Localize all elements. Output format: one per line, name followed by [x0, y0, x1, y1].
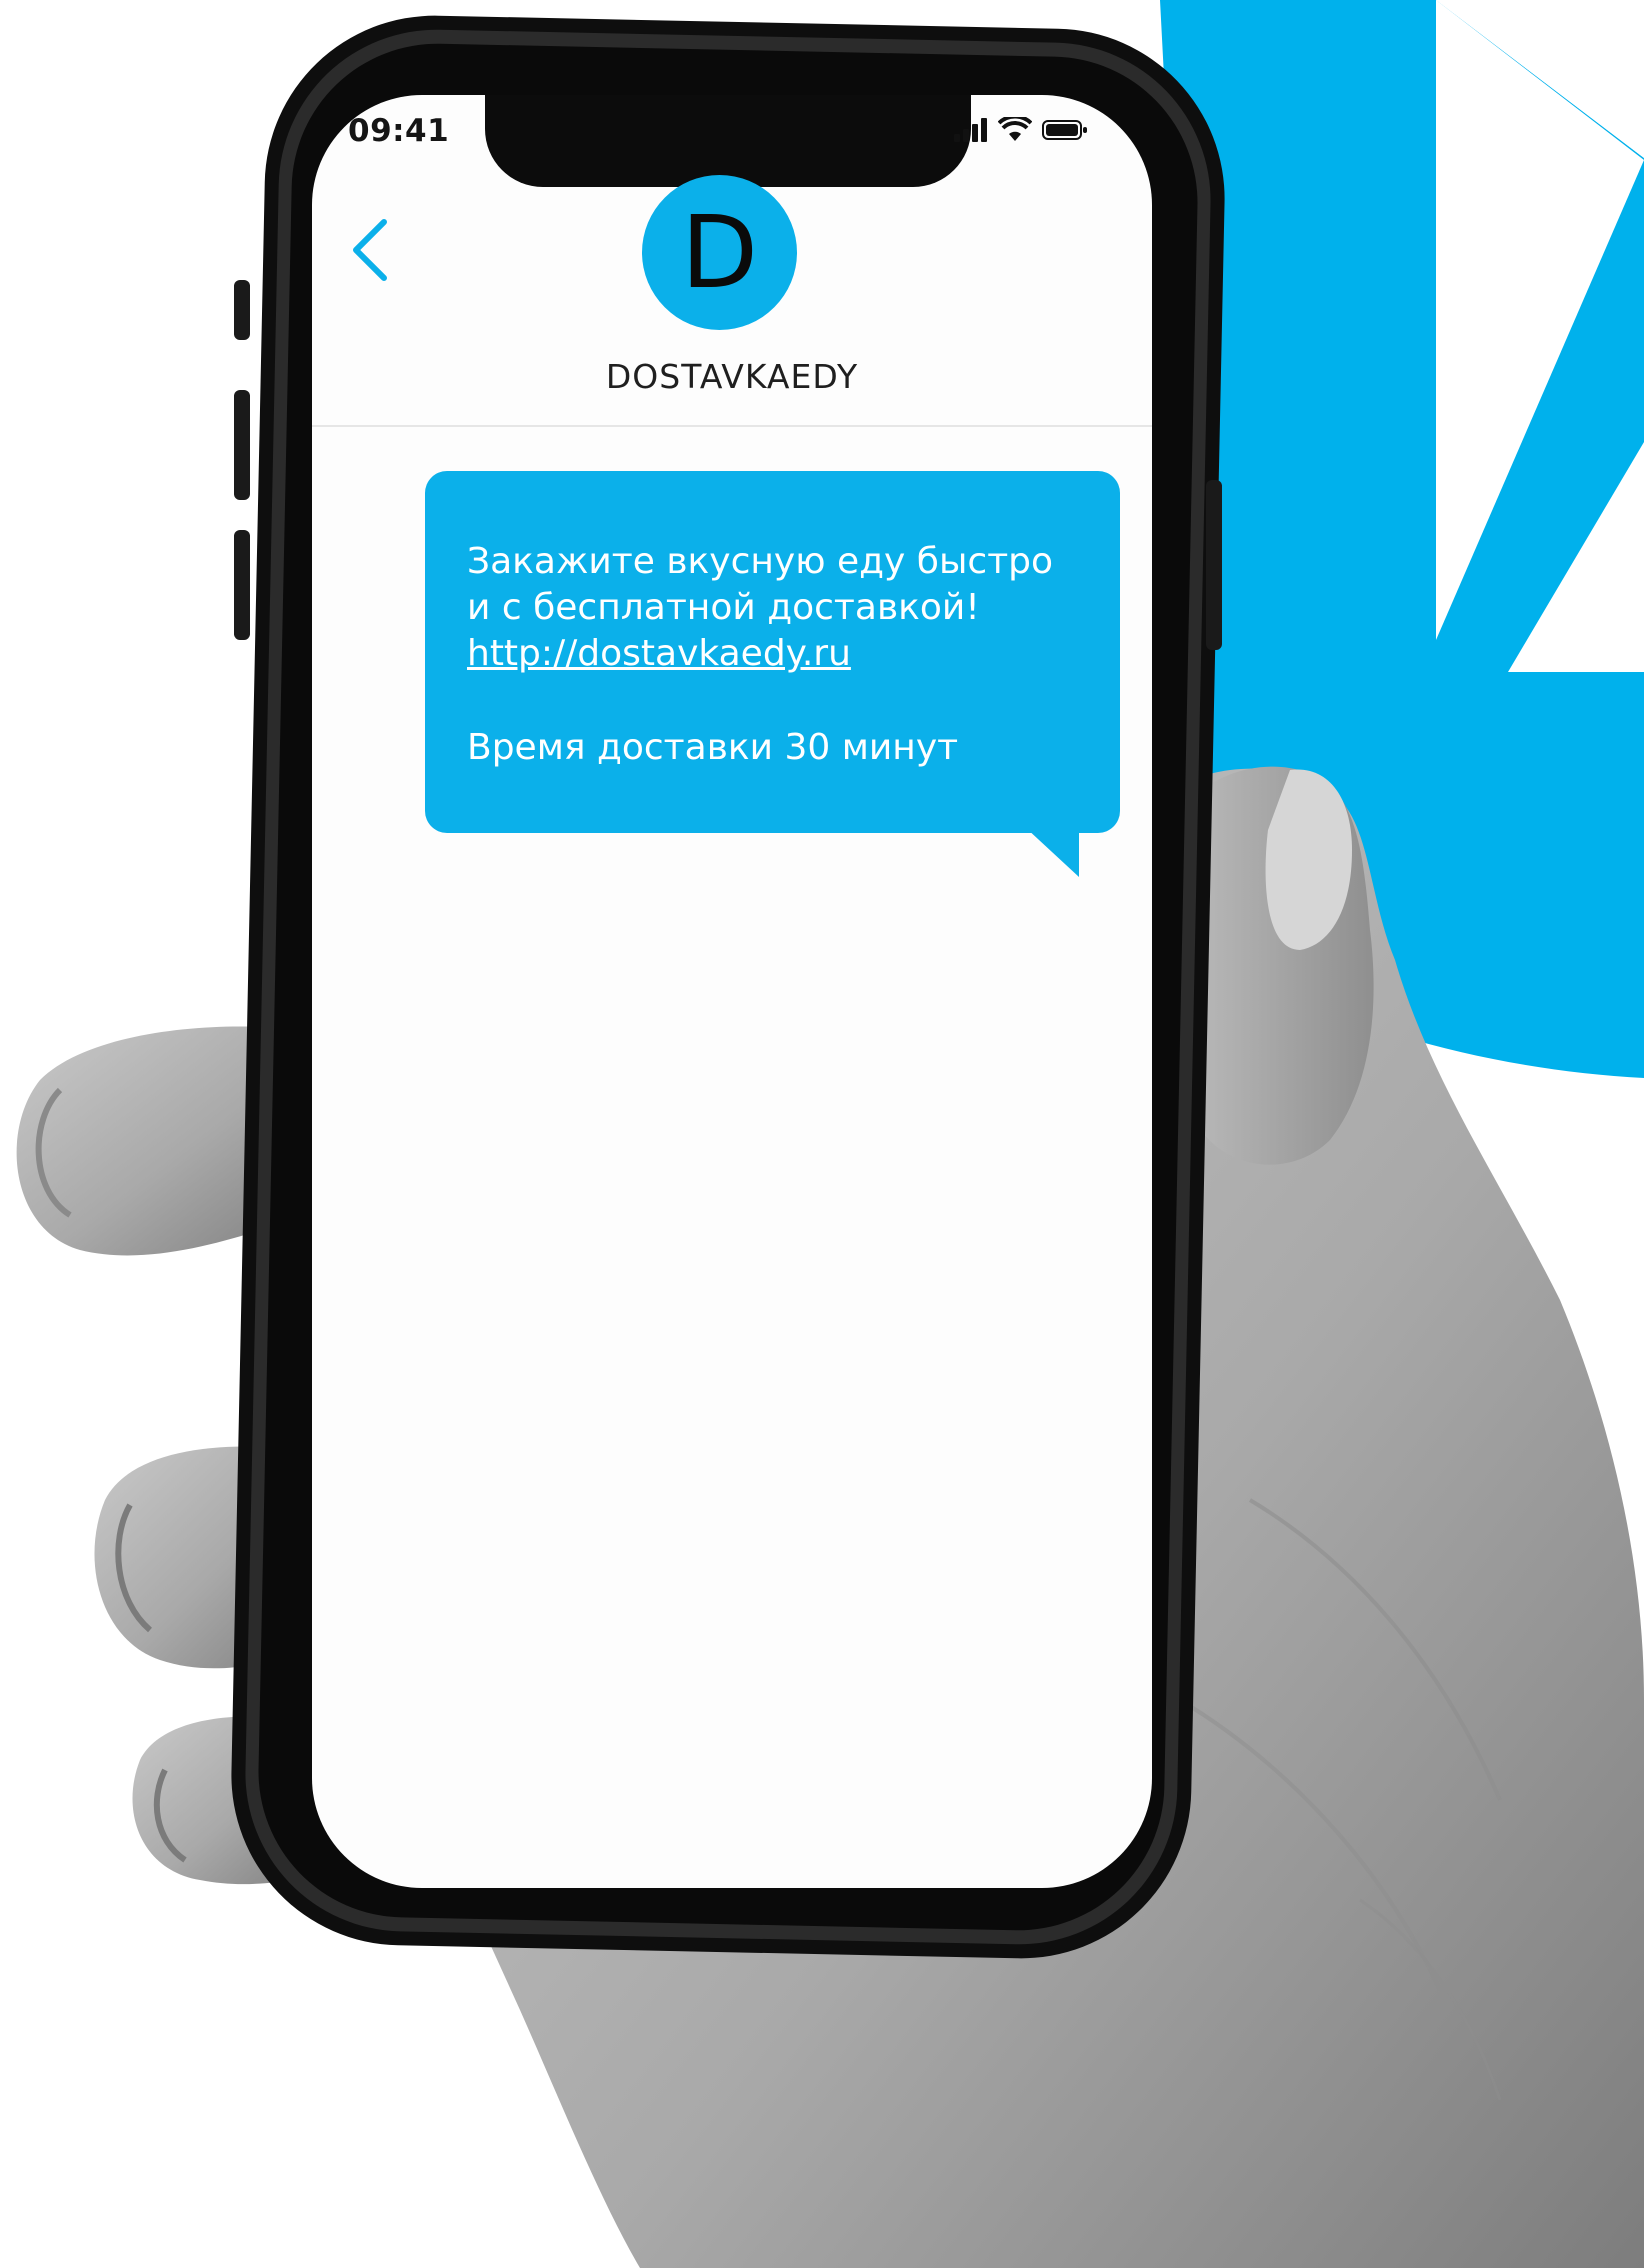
battery-icon: [1042, 118, 1088, 146]
message-spacer: [467, 677, 1090, 725]
back-button[interactable]: [340, 210, 400, 290]
message-link[interactable]: http://dostavkaedy.ru: [467, 631, 1090, 677]
message-line: и с бесплатной доставкой!: [467, 587, 980, 628]
status-icons: [954, 114, 1088, 147]
chevron-left-icon: [353, 219, 387, 281]
status-time: 09:41: [348, 113, 450, 149]
message-bubble: Закажите вкусную еду быстро и с бесплатн…: [425, 471, 1120, 833]
avatar[interactable]: D: [642, 175, 797, 330]
header-divider: [312, 425, 1152, 427]
message-footer: Время доставки 30 минут: [467, 727, 959, 768]
bubble-tail: [1025, 827, 1079, 877]
contact-name[interactable]: DOSTAVKAEDY: [312, 357, 1152, 396]
signal-bars-icon: [954, 118, 988, 146]
wifi-icon: [997, 114, 1033, 147]
message-line: Закажите вкусную еду быстро: [467, 541, 1054, 582]
notch: [485, 95, 971, 187]
phone-screen: 09:41 D DOSTAVKAEDY Закажите вкусную еду…: [312, 95, 1152, 1888]
